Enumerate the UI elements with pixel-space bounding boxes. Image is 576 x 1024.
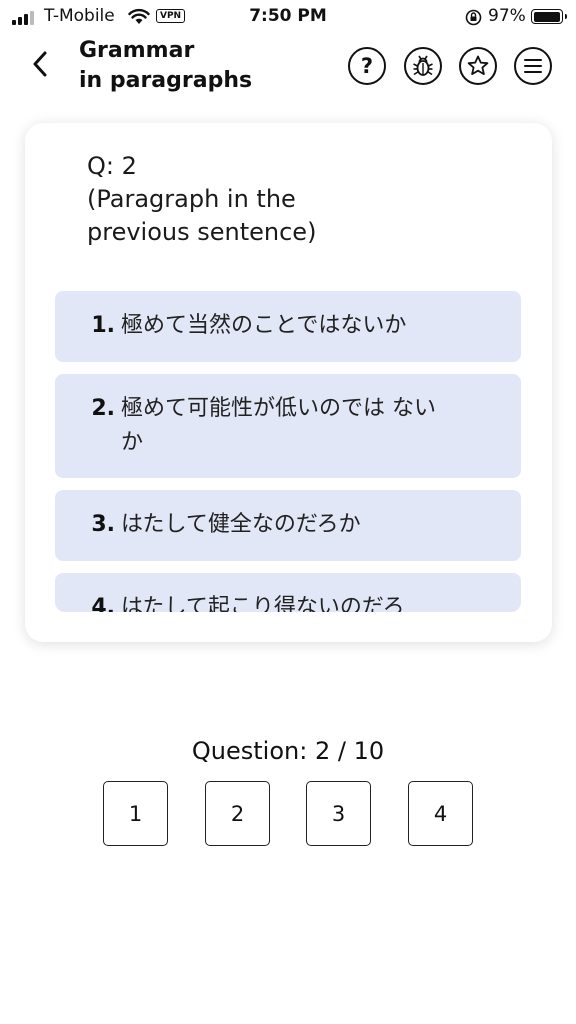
option-text: はたして起こり得ないのだろ	[121, 595, 405, 612]
option-text: 極めて当然のことではないか	[121, 313, 407, 338]
question-card: Q: 2 (Paragraph in the previous sentence…	[25, 123, 552, 642]
help-icon: ?	[360, 53, 374, 78]
option-number: 3.	[91, 512, 115, 537]
back-chevron-icon	[33, 51, 47, 77]
page-title: Grammar in paragraphs	[79, 36, 329, 96]
report-bug-button[interactable]	[404, 47, 442, 85]
star-icon	[467, 55, 489, 75]
option-3[interactable]: 3. はたして健全なのだろか	[55, 490, 521, 561]
option-number: 2.	[91, 396, 115, 421]
battery-fill	[533, 11, 560, 22]
status-bar: T-Mobile VPN 7:50 PM 97%	[0, 0, 576, 34]
battery-percent: 97%	[488, 6, 526, 26]
option-1[interactable]: 1. 極めて当然のことではないか	[55, 291, 521, 362]
option-number: 4.	[91, 595, 115, 612]
answer-button-2[interactable]: 2	[205, 781, 270, 846]
help-button[interactable]: ?	[348, 47, 386, 85]
question-progress: Question: 2 / 10	[191, 737, 385, 765]
orientation-lock-icon	[465, 9, 482, 26]
menu-button[interactable]	[514, 47, 552, 85]
battery-icon	[531, 9, 567, 24]
menu-icon	[524, 59, 542, 73]
option-4[interactable]: 4. はたして起こり得ないのだろ	[55, 573, 521, 612]
option-text: 極めて可能性が低いのでは ないか	[121, 396, 436, 455]
option-2[interactable]: 2. 極めて可能性が低いのでは ないか	[55, 374, 521, 478]
answer-button-4[interactable]: 4	[408, 781, 473, 846]
back-button[interactable]	[26, 46, 54, 82]
options-list[interactable]: 1. 極めて当然のことではないか 2. 極めて可能性が低いのでは ないか 3. …	[55, 291, 521, 612]
option-number: 1.	[91, 313, 115, 338]
answer-button-3[interactable]: 3	[306, 781, 371, 846]
favorite-button[interactable]	[459, 47, 497, 85]
page-title-line1: Grammar	[79, 38, 195, 63]
option-text: はたして健全なのだろか	[121, 512, 361, 537]
question-text: Q: 2 (Paragraph in the previous sentence…	[87, 152, 317, 246]
bug-icon	[413, 55, 433, 76]
answer-button-1[interactable]: 1	[103, 781, 168, 846]
page-title-line2: in paragraphs	[79, 68, 253, 93]
